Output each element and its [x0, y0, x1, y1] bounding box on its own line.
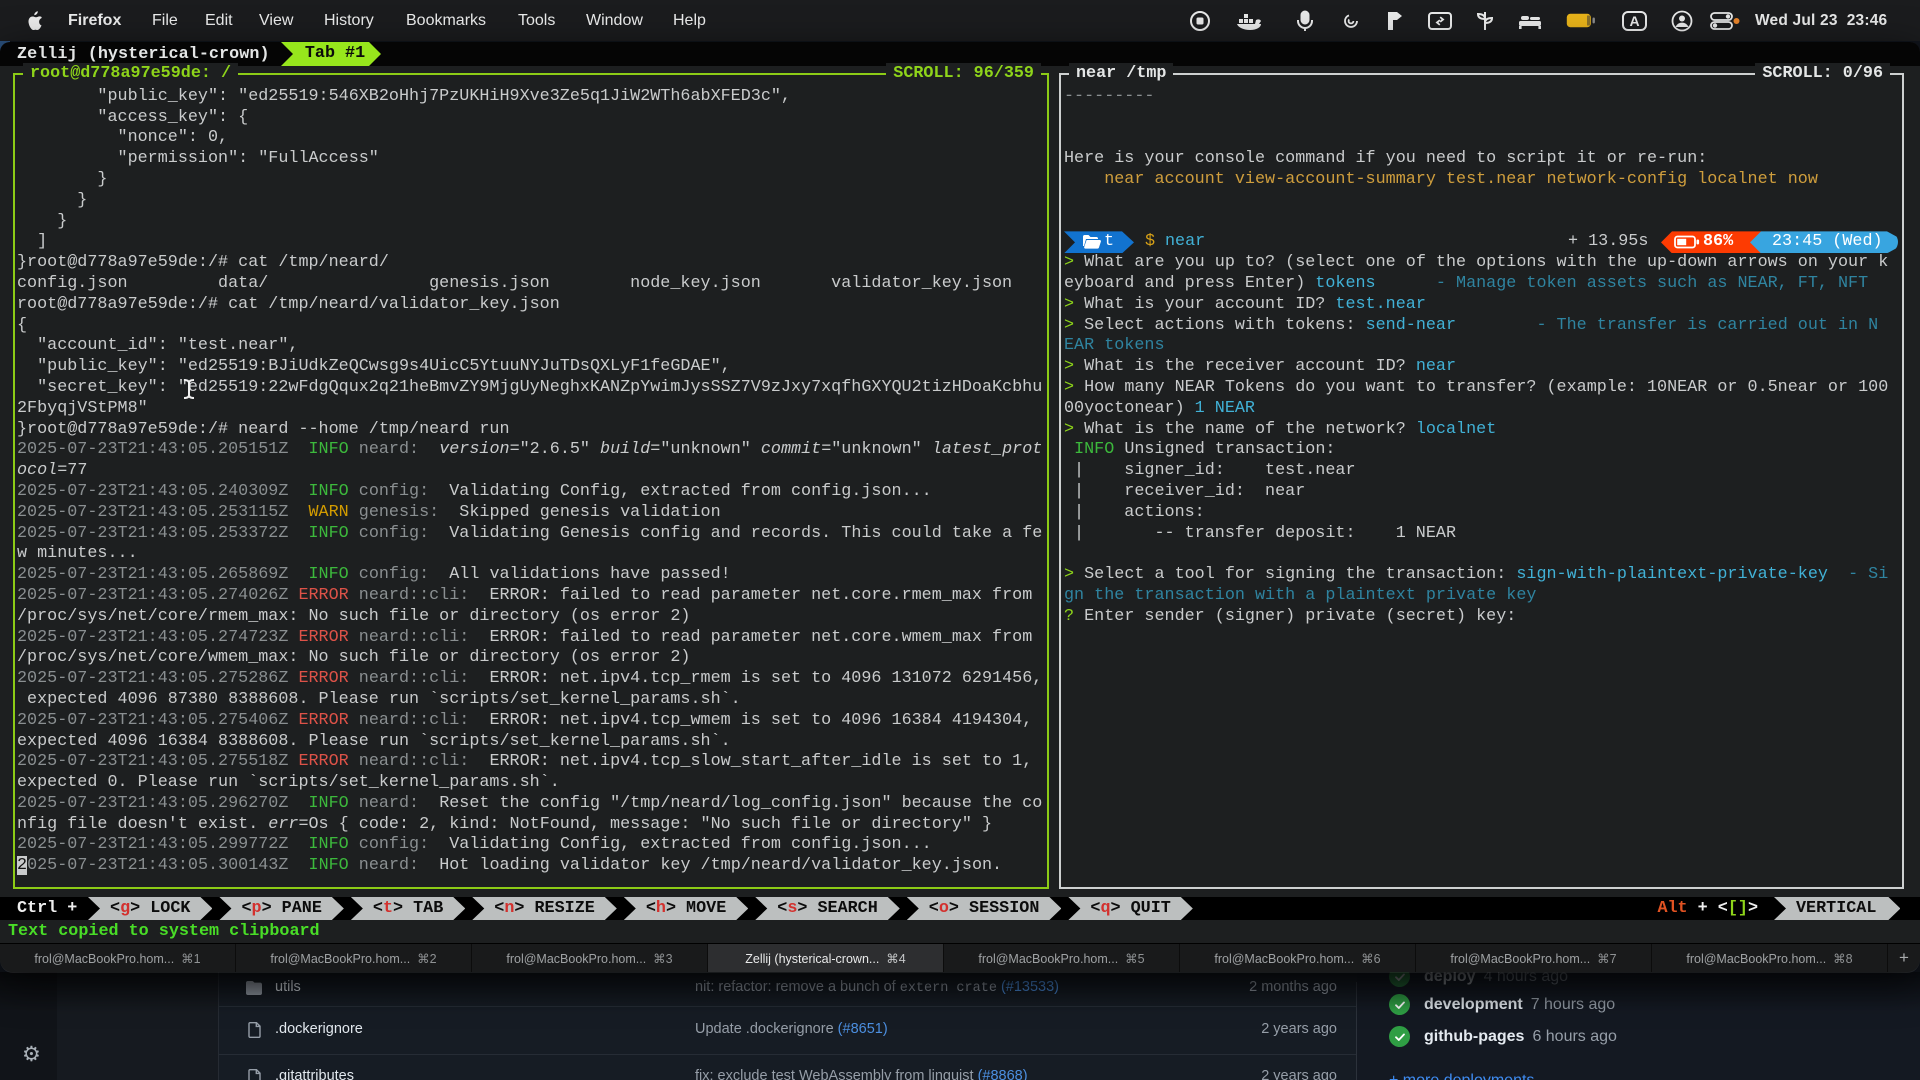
svg-text:A: A	[1629, 13, 1639, 29]
